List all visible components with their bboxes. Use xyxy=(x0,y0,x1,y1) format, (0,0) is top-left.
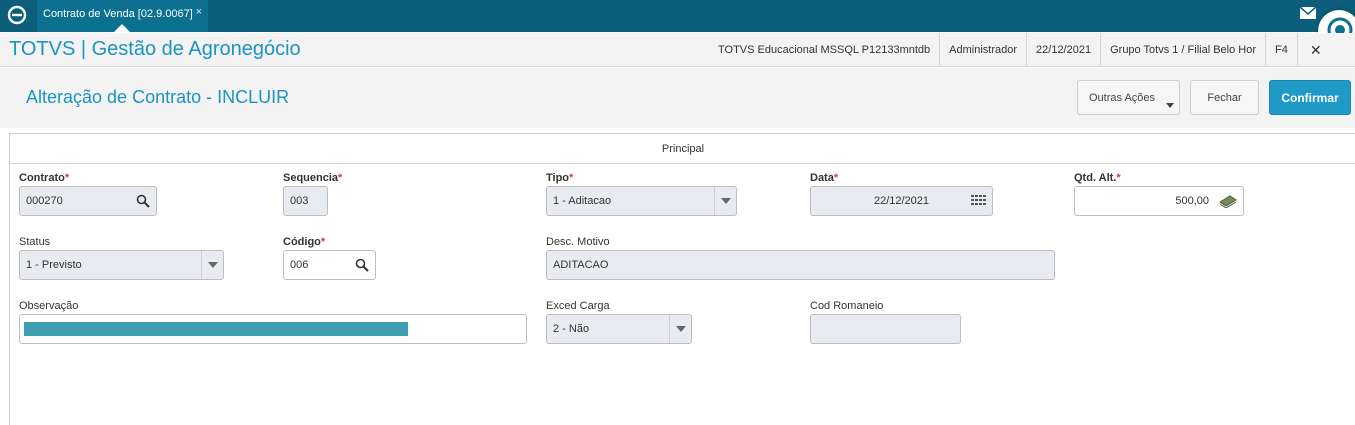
codigo-value: 006 xyxy=(290,259,309,271)
required-mark: * xyxy=(833,172,839,184)
sequencia-label-text: Sequencia xyxy=(283,172,339,184)
data-value: 22/12/2021 xyxy=(873,195,930,207)
app-header: TOTVS | Gestão de Agronegócio TOTVS Educ… xyxy=(0,33,1355,67)
sequencia-label: Sequencia* xyxy=(283,172,342,184)
page-titlebar: Alteração de Contrato - INCLUIR Outras A… xyxy=(0,68,1355,128)
data-label-text: Data xyxy=(810,172,834,184)
date-label[interactable]: 22/12/2021 xyxy=(1026,33,1100,67)
text-selection-highlight xyxy=(24,322,408,336)
qtd-alt-field[interactable]: 500,00 xyxy=(1074,186,1244,216)
data-label: Data* xyxy=(810,172,838,184)
search-icon[interactable] xyxy=(136,194,150,208)
close-icon[interactable]: × xyxy=(196,6,202,18)
branch-label[interactable]: Grupo Totvs 1 / Filial Belo Hor xyxy=(1100,33,1265,67)
chevron-down-icon[interactable] xyxy=(201,251,223,279)
mail-icon[interactable] xyxy=(1300,7,1316,19)
tipo-select[interactable]: 1 - Aditacao xyxy=(546,186,737,216)
qtd-alt-label: Qtd. Alt.* xyxy=(1074,172,1121,184)
cod-romaneio-field[interactable] xyxy=(810,314,961,344)
active-tab-pointer xyxy=(114,24,130,32)
status-label: Status xyxy=(19,236,51,248)
codigo-label-text: Código xyxy=(283,236,321,248)
exced-carga-select[interactable]: 2 - Não xyxy=(546,314,692,344)
contrato-label: Contrato* xyxy=(19,172,69,184)
cod-romaneio-label: Cod Romaneio xyxy=(810,300,884,312)
required-mark: * xyxy=(64,172,70,184)
required-mark: * xyxy=(338,172,343,184)
contrato-field[interactable]: 000270 xyxy=(19,186,157,216)
form-panel: Principal Contrato* 000270 Sequencia* 00… xyxy=(9,133,1355,425)
chevron-down-icon[interactable] xyxy=(669,315,691,343)
tipo-value: 1 - Aditacao xyxy=(553,195,612,207)
contrato-label-text: Contrato xyxy=(19,172,65,184)
tab-label: Contrato de Venda [02.9.0067] xyxy=(43,8,193,20)
sequencia-field[interactable]: 003 xyxy=(283,186,328,216)
page-title: Alteração de Contrato - INCLUIR xyxy=(26,87,290,107)
required-mark: * xyxy=(1116,172,1121,184)
data-field[interactable]: 22/12/2021 xyxy=(810,186,993,216)
observacao-label: Observação xyxy=(19,300,79,312)
observacao-field[interactable] xyxy=(19,314,527,344)
search-icon[interactable] xyxy=(355,258,369,272)
tipo-label: Tipo* xyxy=(546,172,573,184)
qtd-alt-value: 500,00 xyxy=(1175,195,1209,207)
tab-principal[interactable]: Principal xyxy=(10,134,1355,164)
exced-carga-value: 2 - Não xyxy=(553,323,590,335)
top-tab-bar: Contrato de Venda [02.9.0067] × xyxy=(0,0,1355,52)
required-mark: * xyxy=(320,236,326,248)
calendar-icon[interactable] xyxy=(971,194,987,208)
required-mark: * xyxy=(569,172,574,184)
tipo-label-text: Tipo xyxy=(546,172,570,184)
user-label[interactable]: Administrador xyxy=(939,33,1026,67)
desc-motivo-field[interactable]: ADITACAO xyxy=(546,250,1055,280)
header-info-bar: TOTVS Educacional MSSQL P12133mntdb Admi… xyxy=(709,33,1337,67)
chevron-down-icon xyxy=(1166,103,1174,108)
environment-label[interactable]: TOTVS Educacional MSSQL P12133mntdb xyxy=(709,33,939,67)
qtd-alt-label-text: Qtd. Alt. xyxy=(1074,172,1117,184)
fechar-button[interactable]: Fechar xyxy=(1190,80,1259,115)
status-value: 1 - Previsto xyxy=(26,259,82,271)
outras-acoes-button[interactable]: Outras Ações xyxy=(1077,80,1180,115)
money-icon xyxy=(1219,195,1237,208)
exced-carga-label: Exced Carga xyxy=(546,300,610,312)
chevron-down-icon[interactable] xyxy=(714,187,736,215)
desc-motivo-value: ADITACAO xyxy=(553,259,609,271)
codigo-field[interactable]: 006 xyxy=(283,250,376,280)
confirmar-button[interactable]: Confirmar xyxy=(1269,80,1351,115)
shortcut-f4[interactable]: F4 xyxy=(1265,33,1297,67)
contrato-value: 000270 xyxy=(26,195,63,207)
app-title: TOTVS | Gestão de Agronegócio xyxy=(9,38,301,60)
sequencia-value: 003 xyxy=(290,195,309,207)
codigo-label: Código* xyxy=(283,236,325,248)
close-app-button[interactable]: ✕ xyxy=(1296,33,1337,67)
outras-acoes-label: Outras Ações xyxy=(1089,91,1156,104)
status-select[interactable]: 1 - Previsto xyxy=(19,250,224,280)
totvs-logo-icon[interactable] xyxy=(6,4,28,26)
desc-motivo-label: Desc. Motivo xyxy=(546,236,610,248)
